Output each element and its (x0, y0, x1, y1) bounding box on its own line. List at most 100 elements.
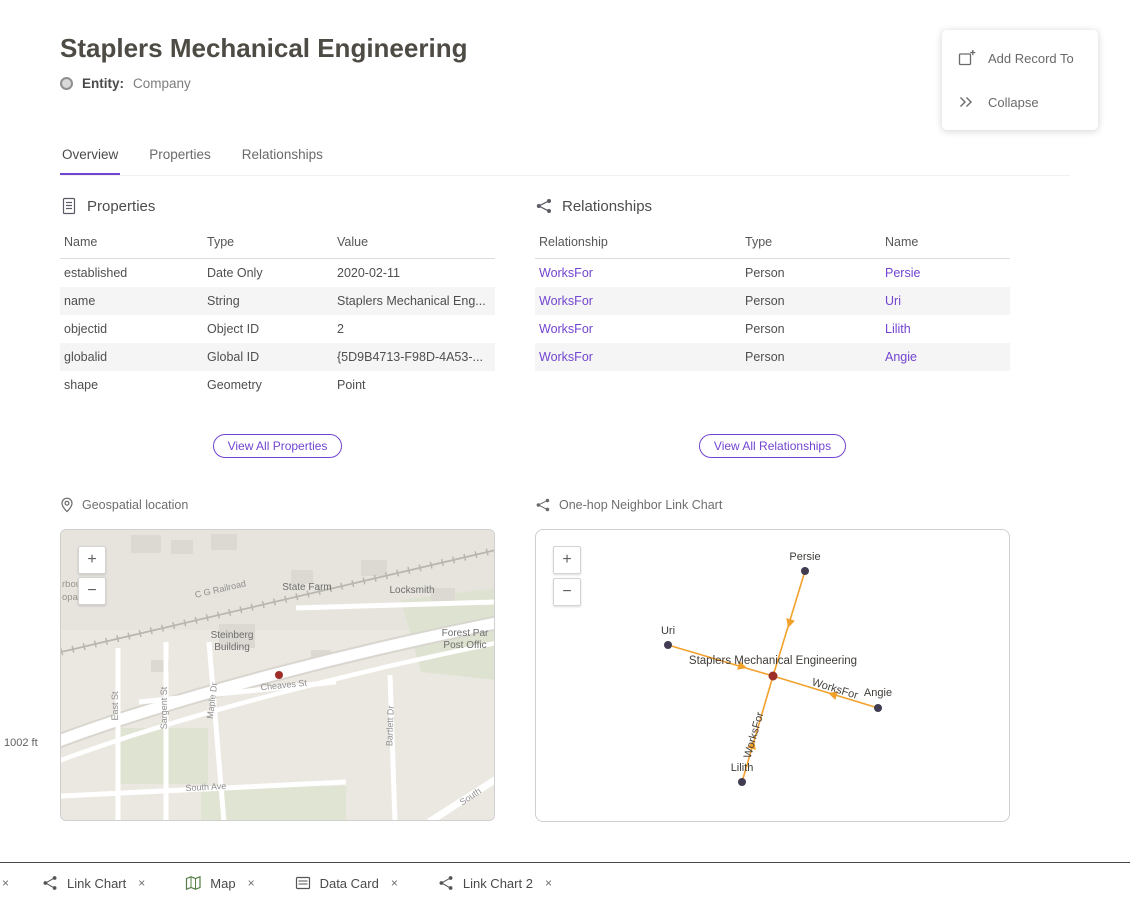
geospatial-heading: Geospatial location (60, 497, 188, 513)
table-row: globalid Global ID {5D9B4713-F98D-4A53-.… (60, 343, 495, 371)
bottom-tab-link-chart-2[interactable]: Link Chart 2 × (438, 875, 552, 891)
node-uri[interactable] (664, 641, 672, 649)
col-value: Value (333, 228, 495, 259)
node-angie[interactable] (874, 704, 882, 712)
map-label-post-office: Post Offic (443, 640, 486, 651)
edge-arrow (784, 618, 795, 629)
entity-color-icon (60, 77, 73, 90)
properties-title: Properties (87, 198, 155, 215)
relationship-link[interactable]: WorksFor (539, 350, 593, 364)
close-icon[interactable]: × (138, 876, 145, 890)
node-label-center: Staplers Mechanical Engineering (689, 655, 857, 667)
table-row: WorksFor Person Angie (535, 343, 1010, 371)
rel-type: Person (741, 287, 881, 315)
link-chart-icon (438, 875, 454, 891)
clipped-tab-close-icon[interactable]: × (2, 876, 12, 890)
col-type: Type (203, 228, 333, 259)
map-zoom-out-button[interactable]: − (78, 577, 106, 605)
tab-properties[interactable]: Properties (147, 141, 213, 175)
close-icon[interactable]: × (248, 876, 255, 890)
tab-relationships[interactable]: Relationships (240, 141, 325, 175)
map-label-sargent-st: Sargent St (159, 686, 169, 729)
bottom-tab-data-card[interactable]: Data Card × (295, 875, 398, 891)
data-card-page: Staplers Mechanical Engineering Entity: … (0, 0, 1130, 903)
col-name: Name (60, 228, 203, 259)
map-label-steinberg: Steinberg (211, 630, 254, 641)
prop-value: 2020-02-11 (333, 259, 495, 288)
relationship-link[interactable]: WorksFor (539, 266, 593, 280)
geospatial-title: Geospatial location (82, 498, 188, 512)
node-label-persie: Persie (789, 551, 820, 563)
entity-type: Company (133, 76, 191, 91)
data-card-icon (295, 875, 311, 891)
col-type: Type (741, 228, 881, 259)
table-row: WorksFor Person Lilith (535, 315, 1010, 343)
map-label-building: Building (214, 642, 250, 653)
map-zoom-in-button[interactable]: + (78, 546, 106, 574)
add-record-to-label: Add Record To (988, 51, 1074, 66)
map-scale-text: 1002 ft (4, 737, 38, 749)
edge-label-worksfor: WorksFor (742, 710, 767, 759)
properties-heading: Properties (60, 197, 495, 215)
bottom-tab-label: Map (210, 876, 235, 891)
properties-icon (60, 197, 78, 215)
prop-value: Point (333, 371, 495, 399)
table-row: established Date Only 2020-02-11 (60, 259, 495, 288)
related-entity-link[interactable]: Uri (885, 294, 901, 308)
table-row: WorksFor Person Persie (535, 259, 1010, 288)
node-center-entity[interactable] (769, 672, 778, 681)
col-name: Name (881, 228, 1010, 259)
bottom-tab-label: Link Chart 2 (463, 876, 533, 891)
prop-type: Geometry (203, 371, 333, 399)
relationships-section: Relationships Relationship Type Name Wor… (535, 197, 1010, 371)
node-persie[interactable] (801, 567, 809, 575)
rel-type: Person (741, 315, 881, 343)
map-label-locksmith: Locksmith (389, 585, 434, 596)
view-all-properties-button[interactable]: View All Properties (213, 434, 343, 458)
chart-zoom-in-button[interactable]: + (553, 546, 581, 574)
collapse-button[interactable]: Collapse (942, 80, 1098, 124)
close-icon[interactable]: × (391, 876, 398, 890)
relationships-icon (535, 197, 553, 215)
relationships-heading: Relationships (535, 197, 1010, 215)
prop-type: Global ID (203, 343, 333, 371)
related-entity-link[interactable]: Persie (885, 266, 920, 280)
map-canvas[interactable]: C G Railroad State Farm Locksmith Steinb… (61, 530, 495, 821)
table-row: name String Staplers Mechanical Eng... (60, 287, 495, 315)
entity-location-marker[interactable] (275, 671, 283, 679)
view-all-relationships-button[interactable]: View All Relationships (699, 434, 846, 458)
map-zoom-controls: + − (78, 546, 106, 605)
map-label-east-st: East St (110, 691, 120, 721)
related-entity-link[interactable]: Angie (885, 350, 917, 364)
node-label-angie: Angie (864, 687, 892, 699)
prop-value: Staplers Mechanical Eng... (333, 287, 495, 315)
bottom-tab-label: Data Card (320, 876, 379, 891)
map-label-bartlett-dr: Bartlett Dr (384, 705, 395, 746)
properties-header-row: Name Type Value (60, 228, 495, 259)
map-card: + − (60, 529, 495, 821)
close-icon[interactable]: × (545, 876, 552, 890)
table-row: objectid Object ID 2 (60, 315, 495, 343)
relationship-link[interactable]: WorksFor (539, 294, 593, 308)
node-lilith[interactable] (738, 778, 746, 786)
table-row: shape Geometry Point (60, 371, 495, 399)
tab-overview[interactable]: Overview (60, 141, 120, 175)
bottom-tab-link-chart[interactable]: Link Chart × (42, 875, 145, 891)
link-chart-canvas[interactable]: WorksFor WorksFor Persie Uri Angie Lilit… (536, 530, 1010, 822)
prop-type: Object ID (203, 315, 333, 343)
page-title: Staplers Mechanical Engineering (60, 33, 467, 64)
relationships-table: Relationship Type Name WorksFor Person P… (535, 228, 1010, 371)
map-label-south-ave: South Ave (185, 781, 226, 793)
related-entity-link[interactable]: Lilith (885, 322, 911, 336)
add-record-to-button[interactable]: Add Record To (942, 36, 1098, 80)
prop-name: globalid (60, 343, 203, 371)
prop-type: Date Only (203, 259, 333, 288)
relationship-link[interactable]: WorksFor (539, 322, 593, 336)
one-hop-heading: One-hop Neighbor Link Chart (535, 497, 722, 513)
bottom-tab-label: Link Chart (67, 876, 126, 891)
bottom-tab-map[interactable]: Map × (185, 875, 254, 891)
relationships-title: Relationships (562, 198, 652, 215)
chart-zoom-out-button[interactable]: − (553, 578, 581, 606)
prop-value: {5D9B4713-F98D-4A53-... (333, 343, 495, 371)
entity-label: Entity: (82, 76, 124, 91)
